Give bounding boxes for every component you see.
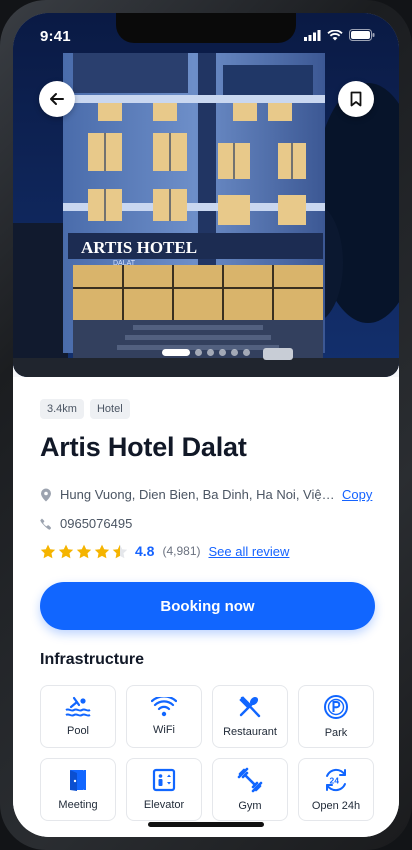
hotel-photo-image: ARTIS HOTEL DALAT bbox=[13, 13, 399, 377]
copy-address-link[interactable]: Copy bbox=[342, 487, 372, 502]
notch bbox=[116, 13, 296, 43]
amenity-park[interactable]: Park bbox=[298, 685, 374, 748]
battery-icon bbox=[349, 29, 375, 41]
amenity-label: Elevator bbox=[143, 799, 185, 811]
amenity-meeting[interactable]: Meeting bbox=[40, 758, 116, 821]
bookmark-icon bbox=[350, 91, 362, 107]
rating-value: 4.8 bbox=[135, 543, 155, 559]
address-row: Hung Vuong, Dien Bien, Ba Dinh, Ha Noi, … bbox=[40, 487, 380, 502]
booking-button[interactable]: Booking now bbox=[40, 582, 375, 630]
amenity-wifi[interactable]: WiFi bbox=[126, 685, 202, 748]
signal-icon bbox=[304, 29, 321, 41]
bookmark-button[interactable] bbox=[338, 81, 374, 117]
carousel-dot[interactable] bbox=[219, 349, 226, 356]
amenity-label: Restaurant bbox=[223, 726, 277, 738]
hotel-name: Artis Hotel Dalat bbox=[40, 432, 247, 462]
arrow-left-icon bbox=[50, 93, 64, 105]
phone-row[interactable]: 0965076495 bbox=[40, 516, 132, 531]
amenity-pool[interactable]: Pool bbox=[40, 685, 116, 748]
star-full-icon bbox=[94, 544, 110, 558]
status-icons bbox=[304, 29, 375, 41]
amenity-label: Gym bbox=[238, 800, 262, 812]
parking-icon bbox=[324, 695, 348, 719]
hotel-details: 3.4km Hotel Artis Hotel Dalat Hung Vuong… bbox=[13, 377, 399, 837]
open-24h-icon: 24 bbox=[326, 768, 346, 792]
carousel-dot[interactable] bbox=[195, 349, 202, 356]
svg-text:24: 24 bbox=[330, 776, 340, 786]
wifi-icon bbox=[151, 697, 177, 717]
amenity-label: Open 24h bbox=[311, 800, 361, 812]
star-rating bbox=[40, 544, 128, 559]
amenity-elevator[interactable]: Elevator bbox=[126, 758, 202, 821]
amenity-label: WiFi bbox=[153, 724, 175, 736]
amenity-label: Meeting bbox=[58, 799, 98, 811]
back-button[interactable] bbox=[39, 81, 75, 117]
category-tag: Hotel bbox=[89, 399, 130, 419]
pool-icon bbox=[65, 696, 91, 717]
wifi-status-icon bbox=[327, 29, 343, 40]
carousel-dot[interactable] bbox=[207, 349, 214, 356]
amenity-open-24h[interactable]: 24 Open 24h bbox=[298, 758, 374, 821]
infrastructure-grid: Pool WiFi Restaurant Park Meeting Elevat… bbox=[40, 685, 374, 821]
carousel-indicator[interactable] bbox=[13, 349, 399, 356]
tag-list: 3.4km Hotel bbox=[40, 399, 130, 419]
star-full-icon bbox=[76, 544, 92, 558]
review-count: (4,981) bbox=[162, 544, 201, 558]
infrastructure-heading: Infrastructure bbox=[40, 651, 145, 668]
restaurant-icon bbox=[239, 696, 261, 718]
hotel-sign: ARTIS HOTEL bbox=[81, 238, 197, 257]
status-time: 9:41 bbox=[40, 28, 71, 45]
amenity-gym[interactable]: Gym bbox=[212, 758, 288, 821]
amenity-restaurant[interactable]: Restaurant bbox=[212, 685, 288, 748]
meeting-door-icon bbox=[70, 770, 86, 791]
star-half-icon bbox=[112, 544, 128, 558]
carousel-dot[interactable] bbox=[231, 349, 238, 356]
phone-icon bbox=[40, 518, 51, 530]
home-indicator[interactable] bbox=[148, 822, 264, 827]
distance-tag: 3.4km bbox=[40, 399, 84, 419]
status-bar: 9:41 bbox=[13, 13, 399, 57]
dumbbell-icon bbox=[237, 767, 263, 793]
amenity-label: Pool bbox=[66, 725, 90, 737]
elevator-icon bbox=[152, 768, 176, 792]
see-all-reviews-link[interactable]: See all review bbox=[209, 544, 290, 559]
address-text: Hung Vuong, Dien Bien, Ba Dinh, Ha Noi, … bbox=[60, 487, 336, 502]
amenity-label: Park bbox=[324, 727, 348, 739]
hotel-photo[interactable]: ARTIS HOTEL DALAT 9:41 bbox=[13, 13, 399, 377]
carousel-dot-active[interactable] bbox=[162, 349, 190, 356]
carousel-dot[interactable] bbox=[243, 349, 250, 356]
star-full-icon bbox=[58, 544, 74, 558]
star-full-icon bbox=[40, 544, 56, 558]
phone-number: 0965076495 bbox=[60, 516, 133, 531]
rating-row: 4.8 (4,981) See all review bbox=[40, 543, 289, 559]
location-pin-icon bbox=[41, 488, 51, 501]
phone-frame: ARTIS HOTEL DALAT 9:41 3.4km Hotel Artis… bbox=[0, 0, 412, 850]
screen: ARTIS HOTEL DALAT 9:41 3.4km Hotel Artis… bbox=[13, 13, 399, 837]
